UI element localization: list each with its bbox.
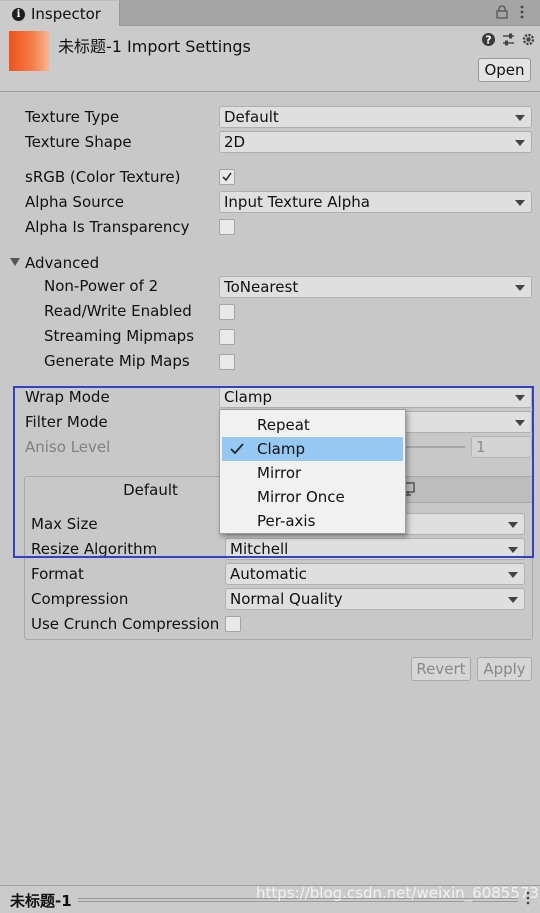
gear-icon[interactable] (521, 32, 536, 47)
srgb-checkbox[interactable] (219, 169, 235, 185)
chevron-down-icon (508, 572, 518, 578)
generate-mip-maps-label: Generate Mip Maps (44, 352, 190, 370)
texture-shape-dropdown[interactable]: 2D (219, 131, 532, 153)
popup-option-per-axis[interactable]: Per-axis (222, 509, 403, 533)
streaming-mipmaps-label: Streaming Mipmaps (44, 327, 195, 345)
chevron-down-icon (508, 597, 518, 603)
popup-option-mirror-once[interactable]: Mirror Once (222, 485, 403, 509)
streaming-mipmaps-checkbox[interactable] (219, 329, 235, 345)
compression-value: Normal Quality (230, 590, 343, 608)
read-write-label: Read/Write Enabled (44, 302, 192, 320)
lock-icon[interactable] (496, 5, 508, 19)
apply-button[interactable]: Apply (477, 657, 532, 681)
help-icon[interactable]: ? (481, 32, 496, 47)
checkmark-icon (222, 172, 232, 182)
svg-text:?: ? (485, 34, 491, 47)
alpha-source-value: Input Texture Alpha (224, 193, 370, 211)
compression-dropdown[interactable]: Normal Quality (225, 588, 525, 610)
wrap-mode-popup[interactable]: Repeat Clamp Mirror Mirror Once Per-axis (219, 409, 406, 534)
use-crunch-checkbox[interactable] (225, 616, 241, 632)
non-power-of-2-label: Non-Power of 2 (44, 277, 159, 295)
watermark-text: https://blog.csdn.net/weixin_60855735 (256, 884, 540, 902)
popup-option-repeat[interactable]: Repeat (222, 413, 403, 437)
texture-type-label: Texture Type (25, 108, 120, 126)
header-title: 未标题-1 Import Settings (58, 37, 251, 56)
format-value: Automatic (230, 565, 307, 583)
popup-option-label: Clamp (257, 440, 305, 458)
alpha-transparency-label: Alpha Is Transparency (25, 218, 190, 236)
popup-option-mirror[interactable]: Mirror (222, 461, 403, 485)
srgb-label: sRGB (Color Texture) (25, 168, 181, 186)
chevron-down-icon (515, 140, 525, 146)
texture-thumbnail (9, 31, 49, 71)
menu-icon[interactable] (516, 4, 528, 20)
texture-type-value: Default (224, 108, 279, 126)
chevron-down-icon (515, 115, 525, 121)
alpha-transparency-checkbox[interactable] (219, 219, 235, 235)
non-power-of-2-value: ToNearest (224, 278, 299, 296)
non-power-of-2-dropdown[interactable]: ToNearest (219, 276, 532, 298)
tab-title: Inspector (31, 5, 101, 23)
texture-shape-value: 2D (224, 133, 246, 151)
read-write-checkbox[interactable] (219, 304, 235, 320)
checkmark-icon (230, 443, 244, 455)
use-crunch-label: Use Crunch Compression (31, 615, 220, 633)
chevron-down-icon (515, 200, 525, 206)
foldout-arrow-icon[interactable] (10, 258, 20, 266)
alpha-source-dropdown[interactable]: Input Texture Alpha (219, 191, 532, 213)
preset-icon[interactable] (501, 32, 516, 47)
chevron-down-icon (515, 285, 525, 291)
format-label: Format (31, 565, 84, 583)
format-dropdown[interactable]: Automatic (225, 563, 525, 585)
popup-option-clamp[interactable]: Clamp (222, 437, 403, 461)
inspector-tab[interactable]: i Inspector (0, 0, 120, 27)
advanced-foldout[interactable]: Advanced (25, 254, 99, 272)
generate-mip-maps-checkbox[interactable] (219, 354, 235, 370)
texture-type-dropdown[interactable]: Default (219, 106, 532, 128)
menu-icon[interactable] (524, 890, 532, 906)
info-icon: i (12, 8, 25, 21)
inspector-header: 未标题-1 Import Settings ? Open (0, 26, 540, 92)
alpha-source-label: Alpha Source (25, 193, 124, 211)
texture-shape-label: Texture Shape (25, 133, 132, 151)
asset-name: 未标题-1 (10, 892, 72, 910)
compression-label: Compression (31, 590, 129, 608)
revert-button[interactable]: Revert (411, 657, 471, 681)
open-button[interactable]: Open (478, 58, 531, 82)
